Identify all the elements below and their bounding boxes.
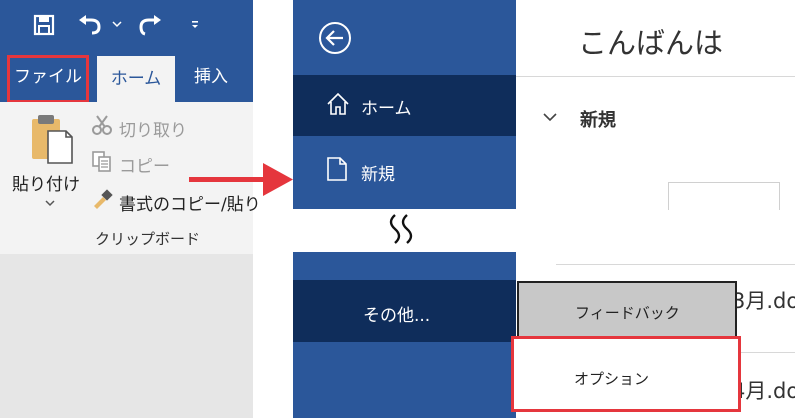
nav-item-new[interactable]: 新規 [293,136,516,209]
nav-spacer [293,252,516,280]
nav-item-home[interactable]: ホーム [293,75,516,136]
paste-icon[interactable] [28,113,76,165]
chevron-down-icon[interactable] [543,112,557,122]
greeting-title: こんばんは [578,26,724,60]
new-section-heading: 新規 [580,110,616,131]
back-arrow-icon[interactable] [318,21,352,55]
copy-button[interactable]: コピー [119,152,170,177]
nav-footer [293,342,516,418]
backstage-nav: ホーム 新規 その他... [293,0,516,418]
backstage-header [293,0,516,75]
divider [516,76,795,77]
paste-button[interactable]: 貼り付け [12,170,80,195]
cut-icon [92,115,112,135]
arrow-right-icon [189,163,293,196]
divider [556,264,795,265]
recent-file-2[interactable]: 4月.do [732,375,795,405]
recent-file-1[interactable]: 3月.do [732,285,795,315]
template-thumbnail[interactable] [668,182,780,210]
quick-access-toolbar [0,0,253,52]
cut-button[interactable]: 切り取り [119,116,187,141]
undo-dropdown-icon[interactable] [112,20,122,28]
save-icon[interactable] [33,14,55,36]
nav-item-more[interactable]: その他... [293,280,516,342]
options-highlight [511,336,741,412]
clipboard-group-label: クリップボード [95,230,201,248]
word-ribbon-panel: ファイル ホーム 挿入 貼り付け 切り取り コピー 書式のコピー/貼り クリップ… [0,0,261,418]
tab-insert[interactable]: 挿入 [181,52,241,102]
paste-dropdown-icon[interactable] [45,199,55,207]
new-document-icon [327,157,347,181]
omission-mark-icon [389,214,413,244]
tab-home[interactable]: ホーム [97,56,175,102]
redo-icon[interactable] [136,14,162,36]
nav-new-label: 新規 [361,165,395,185]
menu-item-feedback[interactable]: フィードバック [517,281,737,341]
home-icon [327,92,349,115]
nav-home-label: ホーム [361,99,412,119]
copy-icon [92,151,111,172]
file-tab-highlight [7,55,89,103]
undo-icon[interactable] [78,14,104,36]
customize-toolbar-icon[interactable] [190,20,200,30]
format-painter-icon [94,189,113,209]
nav-more-label: その他... [363,306,431,326]
feedback-label: フィードバック [575,304,680,322]
